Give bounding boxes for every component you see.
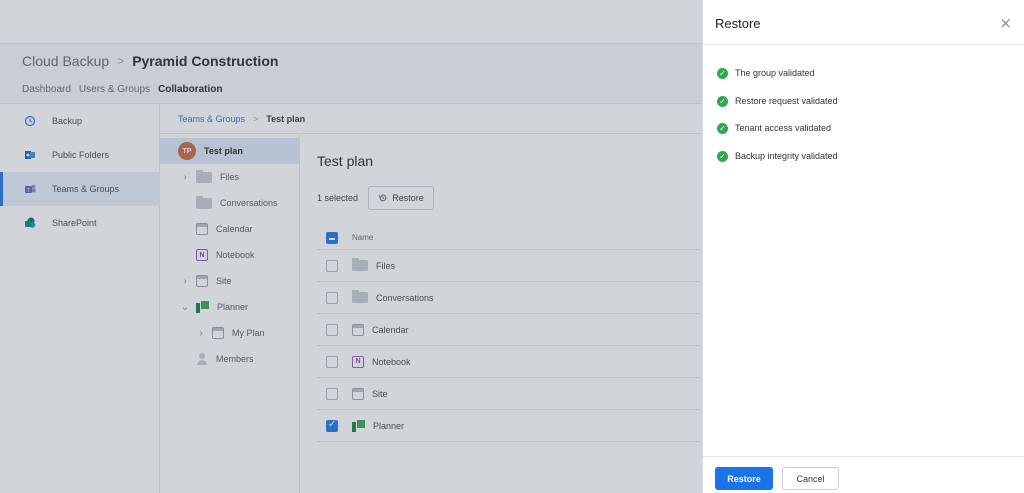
check-circle-icon: ✓: [717, 150, 728, 162]
validation-label: Restore request validated: [735, 96, 838, 106]
modal-overlay[interactable]: [0, 0, 702, 493]
validation-label: Tenant access validated: [735, 123, 832, 133]
restore-confirm-button[interactable]: Restore: [715, 467, 773, 490]
divider: [703, 44, 1024, 45]
close-icon[interactable]: ×: [999, 14, 1012, 32]
restore-panel: Restore × ✓ The group validated ✓ Restor…: [702, 0, 1024, 493]
app-window: Cloud Backup > Pyramid Construction Dash…: [0, 0, 1024, 493]
check-circle-icon: ✓: [717, 67, 728, 79]
divider: [703, 456, 1024, 457]
validation-item: ✓ Restore request validated: [717, 94, 838, 108]
panel-title: Restore: [715, 16, 761, 31]
validation-label: The group validated: [735, 68, 815, 78]
validation-label: Backup integrity validated: [735, 151, 838, 161]
cancel-button[interactable]: Cancel: [782, 467, 839, 490]
check-circle-icon: ✓: [717, 95, 728, 107]
validation-item: ✓ The group validated: [717, 66, 815, 80]
validation-item: ✓ Backup integrity validated: [717, 149, 838, 163]
check-circle-icon: ✓: [717, 122, 728, 134]
validation-item: ✓ Tenant access validated: [717, 121, 831, 135]
